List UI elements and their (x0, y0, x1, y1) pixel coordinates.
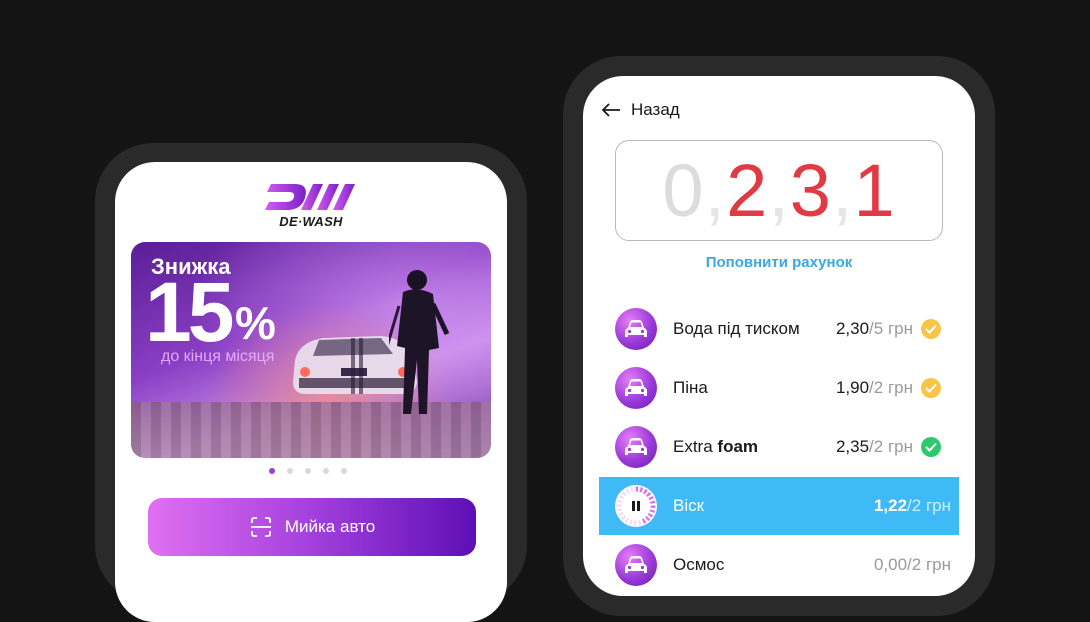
service-price: 2,30/5 грн (835, 319, 913, 338)
balance-digit: 2 (726, 149, 769, 232)
check-icon (921, 319, 941, 339)
check-icon (921, 378, 941, 398)
balance-counter: 0 , 2 , 3 , 1 (615, 140, 943, 241)
topup-link[interactable]: Поповнити рахунок (583, 254, 975, 271)
balance-separator: , (768, 149, 790, 232)
balance-digit: 0 (662, 149, 705, 232)
service-row-foam[interactable]: Піна 1,90/2 грн (599, 359, 959, 417)
person-image (389, 270, 449, 414)
service-name: Піна (673, 378, 708, 397)
arrow-left-icon (601, 103, 620, 117)
scan-icon (250, 517, 271, 537)
balance-digit: 1 (853, 149, 896, 232)
carousel-dot[interactable] (305, 468, 311, 474)
carousel-dot[interactable] (269, 468, 275, 474)
carousel-dot[interactable] (341, 468, 347, 474)
logo-text: DE·WASH (279, 214, 343, 229)
balance-separator: , (704, 149, 727, 232)
service-name: Осмос (673, 555, 725, 574)
car-icon (615, 544, 657, 586)
service-name: Вода під тиском (673, 319, 800, 338)
balance-separator: , (831, 149, 854, 232)
service-price: 2,35/2 грн (835, 437, 913, 456)
dewash-logo: DE·WASH (265, 182, 357, 229)
service-price: 1,90/2 грн (835, 378, 913, 397)
pause-icon (632, 501, 640, 511)
promo-subtitle: до кінця місяця (161, 348, 275, 365)
carousel-dots (269, 468, 347, 474)
pause-progress-icon[interactable] (615, 485, 657, 527)
home-screen: DE·WASH Знижка 15 % до кінця місяця Мийк… (115, 162, 507, 622)
service-row-extra-foam[interactable]: Extra foam 2,35/2 грн (599, 418, 959, 476)
carousel-dot[interactable] (287, 468, 293, 474)
detail-screen: Назад 0 , 2 , 3 , 1 Поповнити рахунок Во… (583, 76, 975, 596)
car-icon (615, 367, 657, 409)
service-row-wax[interactable]: Віск 1,22/2 грн (599, 477, 959, 535)
phone-home: DE·WASH Знижка 15 % до кінця місяця Мийк… (95, 143, 527, 622)
promo-value: 15 (145, 265, 234, 359)
check-icon (921, 437, 941, 457)
car-icon (615, 426, 657, 468)
balance-digit: 3 (789, 149, 832, 232)
service-price: 1,22/2 грн (873, 496, 951, 515)
car-wash-button-label: Мийка авто (284, 517, 376, 536)
service-row-osmosis[interactable]: Осмос 0,00/2 грн (599, 536, 959, 594)
promo-banner[interactable]: Знижка 15 % до кінця місяця (131, 242, 491, 458)
promo-percent: % (235, 297, 276, 349)
logo-icon (265, 184, 355, 210)
phone-detail: Назад 0 , 2 , 3 , 1 Поповнити рахунок Во… (563, 56, 995, 616)
service-name: Віск (673, 496, 705, 515)
back-button[interactable]: Назад (601, 100, 680, 120)
back-label: Назад (631, 100, 680, 119)
car-wash-button[interactable]: Мийка авто (148, 498, 476, 556)
car-icon (615, 308, 657, 350)
service-row-water[interactable]: Вода під тиском 2,30/5 грн (599, 300, 959, 358)
carousel-dot[interactable] (323, 468, 329, 474)
service-name: Extra foam (673, 437, 759, 456)
service-price: 0,00/2 грн (873, 555, 951, 574)
